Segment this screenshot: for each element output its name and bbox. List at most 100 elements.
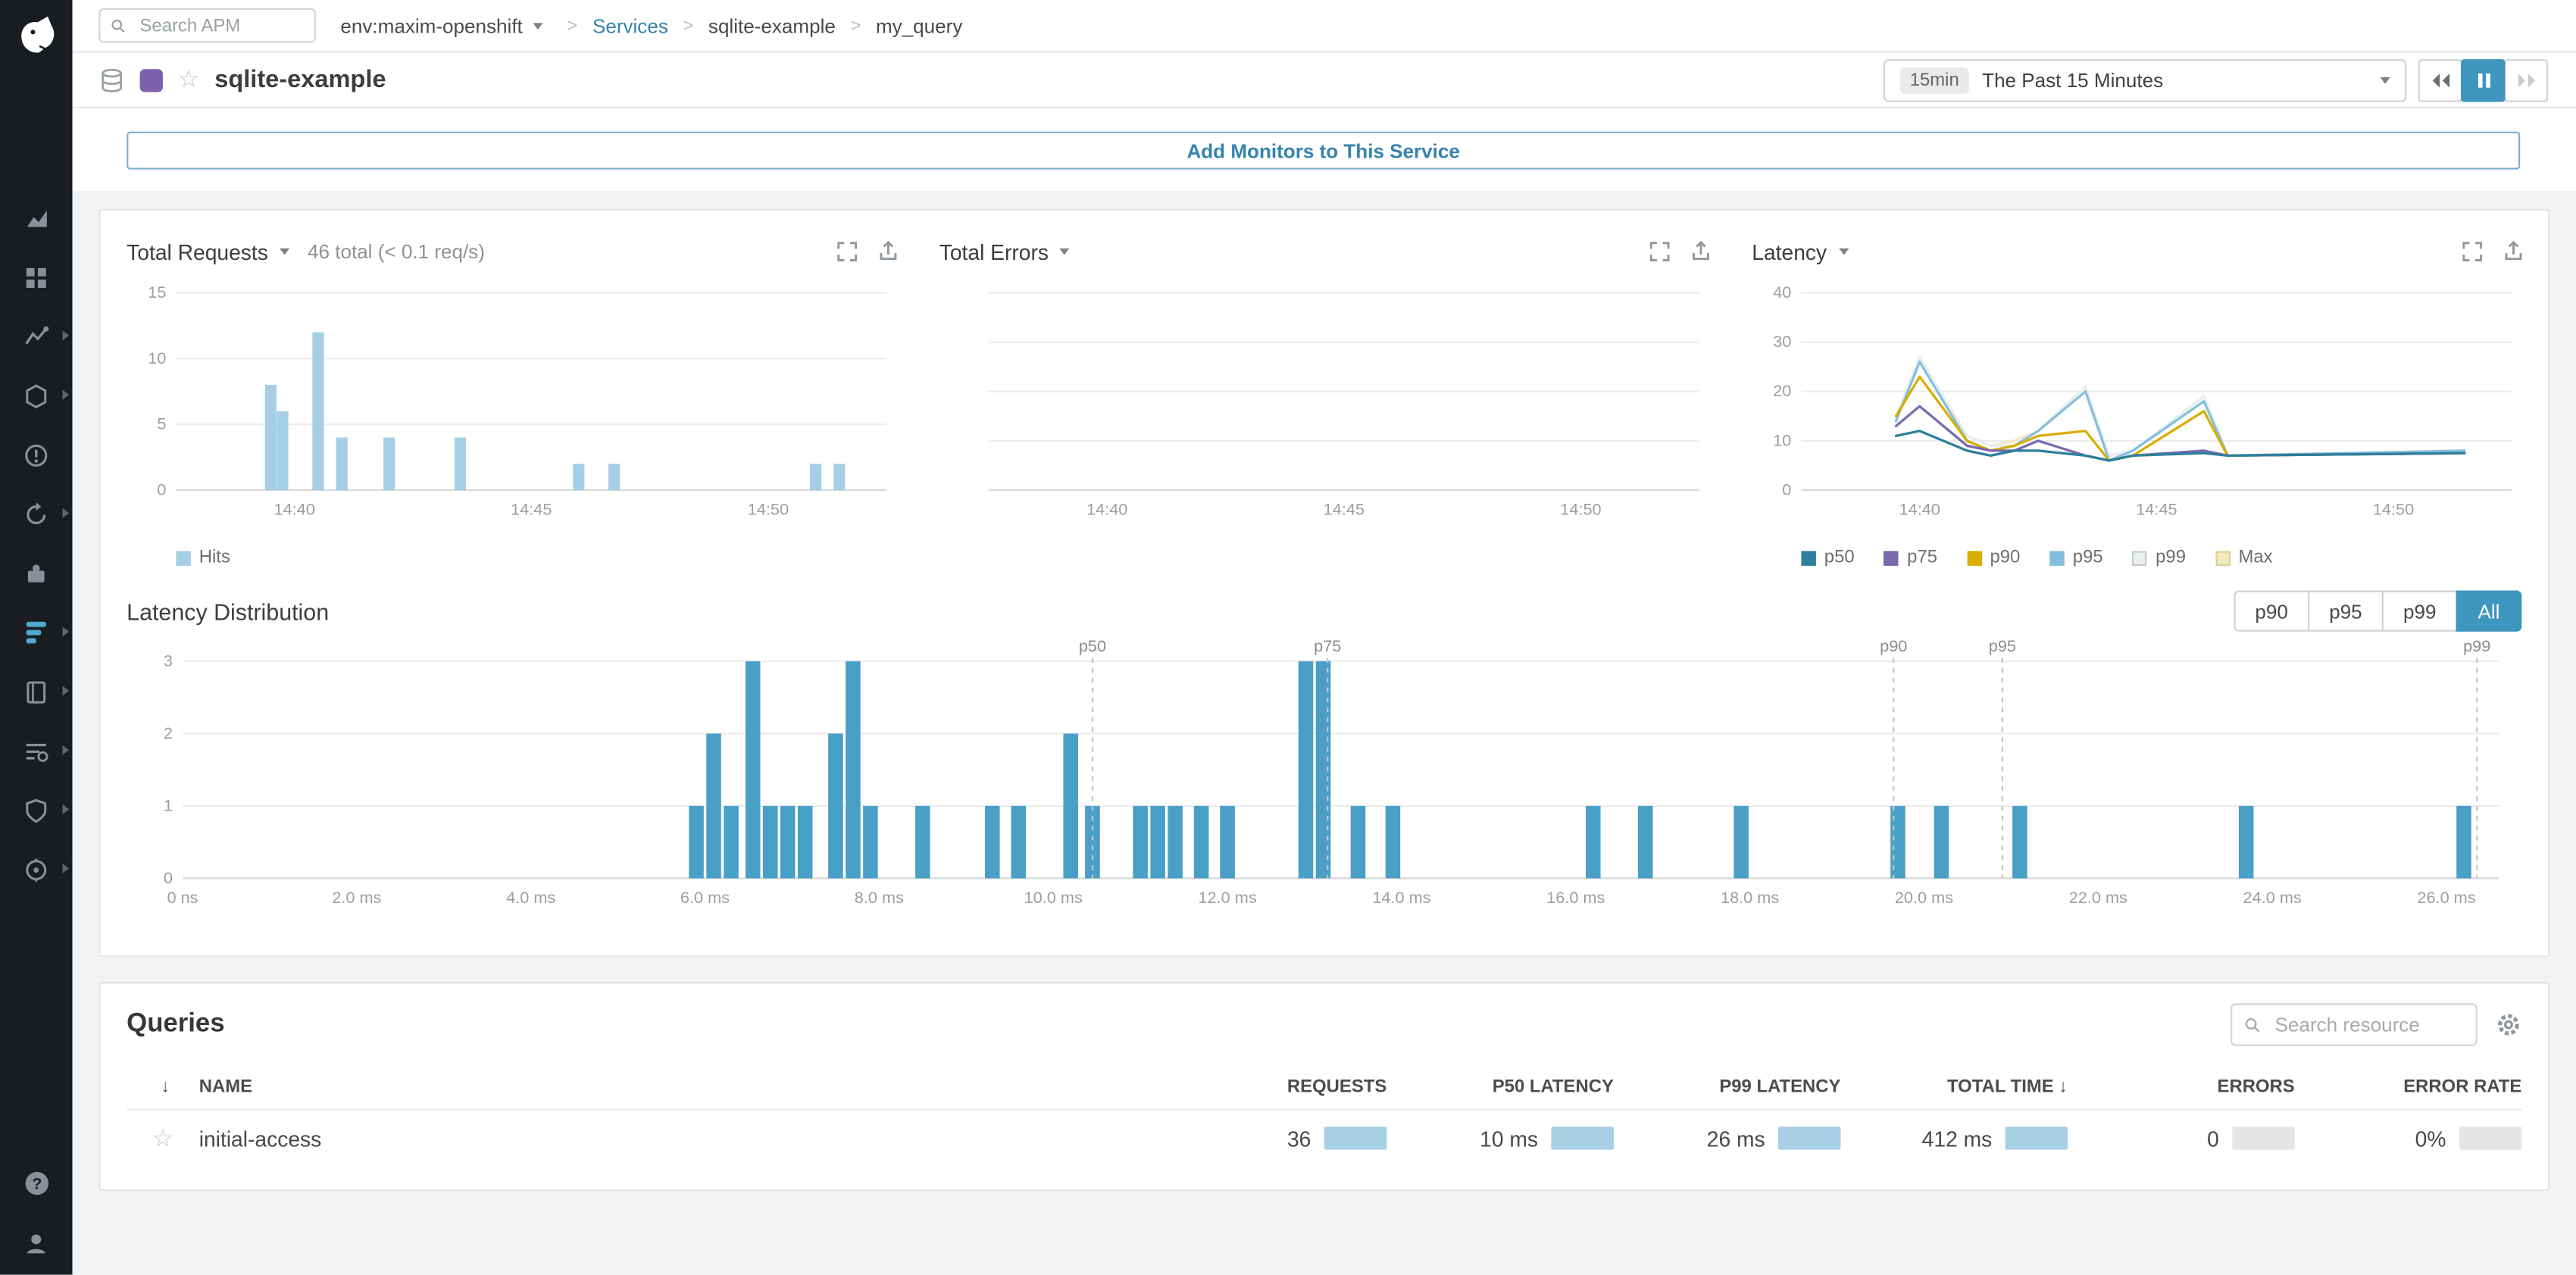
table-row[interactable]: ☆ initial-access 36 10 ms 26 ms 412 ms <box>127 1111 2521 1167</box>
chevron-down-icon[interactable] <box>1838 248 1848 255</box>
pause-button[interactable] <box>2461 58 2506 101</box>
col-errors[interactable]: ERRORS <box>2068 1077 2295 1097</box>
total-requests-title[interactable]: Total Requests <box>127 239 268 264</box>
expand-icon[interactable] <box>2461 240 2484 263</box>
favorite-star-icon[interactable]: ☆ <box>177 67 199 92</box>
breadcrumb-service[interactable]: sqlite-example <box>708 14 836 36</box>
sidebar-item-account[interactable] <box>18 1227 55 1258</box>
breadcrumb-services-link[interactable]: Services <box>592 14 668 36</box>
col-error-rate[interactable]: ERROR RATE <box>2295 1077 2522 1097</box>
legend-item-p90[interactable]: p90 <box>1967 548 2020 567</box>
latency-distribution-chart[interactable]: 01230 ns2.0 ms4.0 ms6.0 ms8.0 ms10.0 ms1… <box>127 632 2525 924</box>
sort-icon[interactable]: ↓ <box>132 1077 199 1097</box>
legend-swatch <box>2049 550 2065 565</box>
export-icon[interactable] <box>877 240 899 263</box>
resource-search-input[interactable] <box>2271 1011 2464 1038</box>
sidebar-item-dashboards[interactable] <box>18 261 55 292</box>
apm-search-box[interactable] <box>98 8 316 43</box>
chevron-down-icon[interactable] <box>1060 248 1070 255</box>
p99-button[interactable]: p99 <box>2382 590 2458 631</box>
rewind-button[interactable] <box>2418 58 2463 101</box>
svg-text:14.0 ms: 14.0 ms <box>1372 888 1430 907</box>
sidebar-item-rum[interactable] <box>18 854 55 885</box>
svg-text:?: ? <box>31 1174 41 1193</box>
legend-swatch <box>176 550 191 565</box>
total-requests-chart[interactable]: 05101514:4014:4514:50 <box>127 273 899 536</box>
env-selector[interactable]: env:maxim-openshift <box>340 14 542 36</box>
svg-text:p95: p95 <box>1989 636 2016 655</box>
latency-legend: p50 p75 p90 p95 p99 Max <box>1801 548 2524 567</box>
legend-item-p99[interactable]: p99 <box>2133 548 2186 567</box>
svg-text:30: 30 <box>1773 332 1791 351</box>
svg-text:15: 15 <box>148 283 166 302</box>
svg-text:24.0 ms: 24.0 ms <box>2243 888 2302 907</box>
svg-text:18.0 ms: 18.0 ms <box>1721 888 1779 907</box>
error-rate-cell: 0% <box>2295 1126 2522 1151</box>
resource-search-box[interactable] <box>2231 1003 2478 1045</box>
latency-distribution-title: Latency Distribution <box>127 598 329 624</box>
total-errors-chart[interactable]: 14:4014:4514:50 <box>939 273 1712 536</box>
favorite-star-icon[interactable]: ☆ <box>127 1126 199 1151</box>
sidebar-item-integrations[interactable] <box>18 558 55 589</box>
breadcrumb: > Services > sqlite-example > my_query <box>567 14 962 36</box>
datadog-logo[interactable] <box>11 11 61 61</box>
graphs-icon <box>22 205 50 231</box>
svg-text:16.0 ms: 16.0 ms <box>1546 888 1605 907</box>
expand-icon[interactable] <box>836 240 858 263</box>
svg-text:8.0 ms: 8.0 ms <box>855 888 904 907</box>
svg-text:14:45: 14:45 <box>1324 500 1365 519</box>
col-p99-latency[interactable]: P99 LATENCY <box>1614 1077 1841 1097</box>
col-p50-latency[interactable]: P50 LATENCY <box>1386 1077 1614 1097</box>
col-name[interactable]: NAME <box>199 1077 1160 1097</box>
time-range-selector[interactable]: 15min The Past 15 Minutes <box>1884 58 2406 101</box>
pause-icon <box>2473 70 2493 89</box>
sidebar-item-metrics[interactable] <box>18 320 55 352</box>
p90-button[interactable]: p90 <box>2234 590 2309 631</box>
time-range-label: The Past 15 Minutes <box>1982 68 2163 91</box>
sidebar-item-security[interactable] <box>18 795 55 826</box>
latency-chart[interactable]: 01020304014:4014:4514:50 <box>1752 273 2524 536</box>
legend-item-max[interactable]: Max <box>2215 548 2273 567</box>
rewind-icon <box>2429 70 2452 89</box>
sidebar-item-infrastructure[interactable] <box>18 380 55 411</box>
total-errors-title[interactable]: Total Errors <box>939 239 1049 264</box>
fast-forward-button[interactable] <box>2503 58 2548 101</box>
legend-item-p50[interactable]: p50 <box>1801 548 1854 567</box>
errors-bar <box>2232 1127 2295 1149</box>
total-time-bar <box>2005 1127 2068 1149</box>
p50-latency-bar <box>1551 1127 1614 1149</box>
col-requests[interactable]: REQUESTS <box>1160 1077 1387 1097</box>
latency-title[interactable]: Latency <box>1752 239 1827 264</box>
export-icon[interactable] <box>1690 240 1712 263</box>
p95-button[interactable]: p95 <box>2308 590 2384 631</box>
all-button[interactable]: All <box>2456 590 2522 631</box>
legend-item-p75[interactable]: p75 <box>1884 548 1937 567</box>
svg-text:14:40: 14:40 <box>274 500 314 519</box>
sidebar-item-help[interactable]: ? <box>18 1168 55 1199</box>
user-icon <box>23 1230 49 1256</box>
col-total-time[interactable]: TOTAL TIME↓ <box>1841 1077 2068 1097</box>
page-title: sqlite-example <box>214 66 386 94</box>
chevron-down-icon[interactable] <box>280 248 289 255</box>
submenu-caret-icon <box>63 330 70 340</box>
queries-table-header: ↓ NAME REQUESTS P50 LATENCY P99 LATENCY … <box>127 1066 2521 1111</box>
sidebar-item-notebooks[interactable] <box>18 676 55 707</box>
monitors-icon <box>23 442 49 468</box>
sidebar-item-logs[interactable] <box>18 735 55 766</box>
export-icon[interactable] <box>2502 240 2524 263</box>
gear-icon[interactable] <box>2496 1011 2522 1038</box>
expand-icon[interactable] <box>1648 240 1671 263</box>
sidebar-item-apm[interactable] <box>18 617 55 648</box>
legend-item-hits[interactable]: Hits <box>176 548 230 567</box>
sidebar-item-synthetics[interactable] <box>18 498 55 530</box>
apm-search-input[interactable] <box>136 14 305 36</box>
sidebar-item-graphs[interactable] <box>18 202 55 233</box>
resource-name[interactable]: initial-access <box>199 1126 1160 1151</box>
apm-icon <box>22 618 50 646</box>
sidebar-item-monitors[interactable] <box>18 439 55 470</box>
svg-text:14:40: 14:40 <box>1086 500 1127 519</box>
legend-label: p90 <box>1990 548 2020 567</box>
legend-item-p95[interactable]: p95 <box>2049 548 2102 567</box>
add-monitors-button[interactable]: Add Monitors to This Service <box>127 132 2520 170</box>
percentile-button-group: p90 p95 p99 All <box>2235 590 2521 631</box>
